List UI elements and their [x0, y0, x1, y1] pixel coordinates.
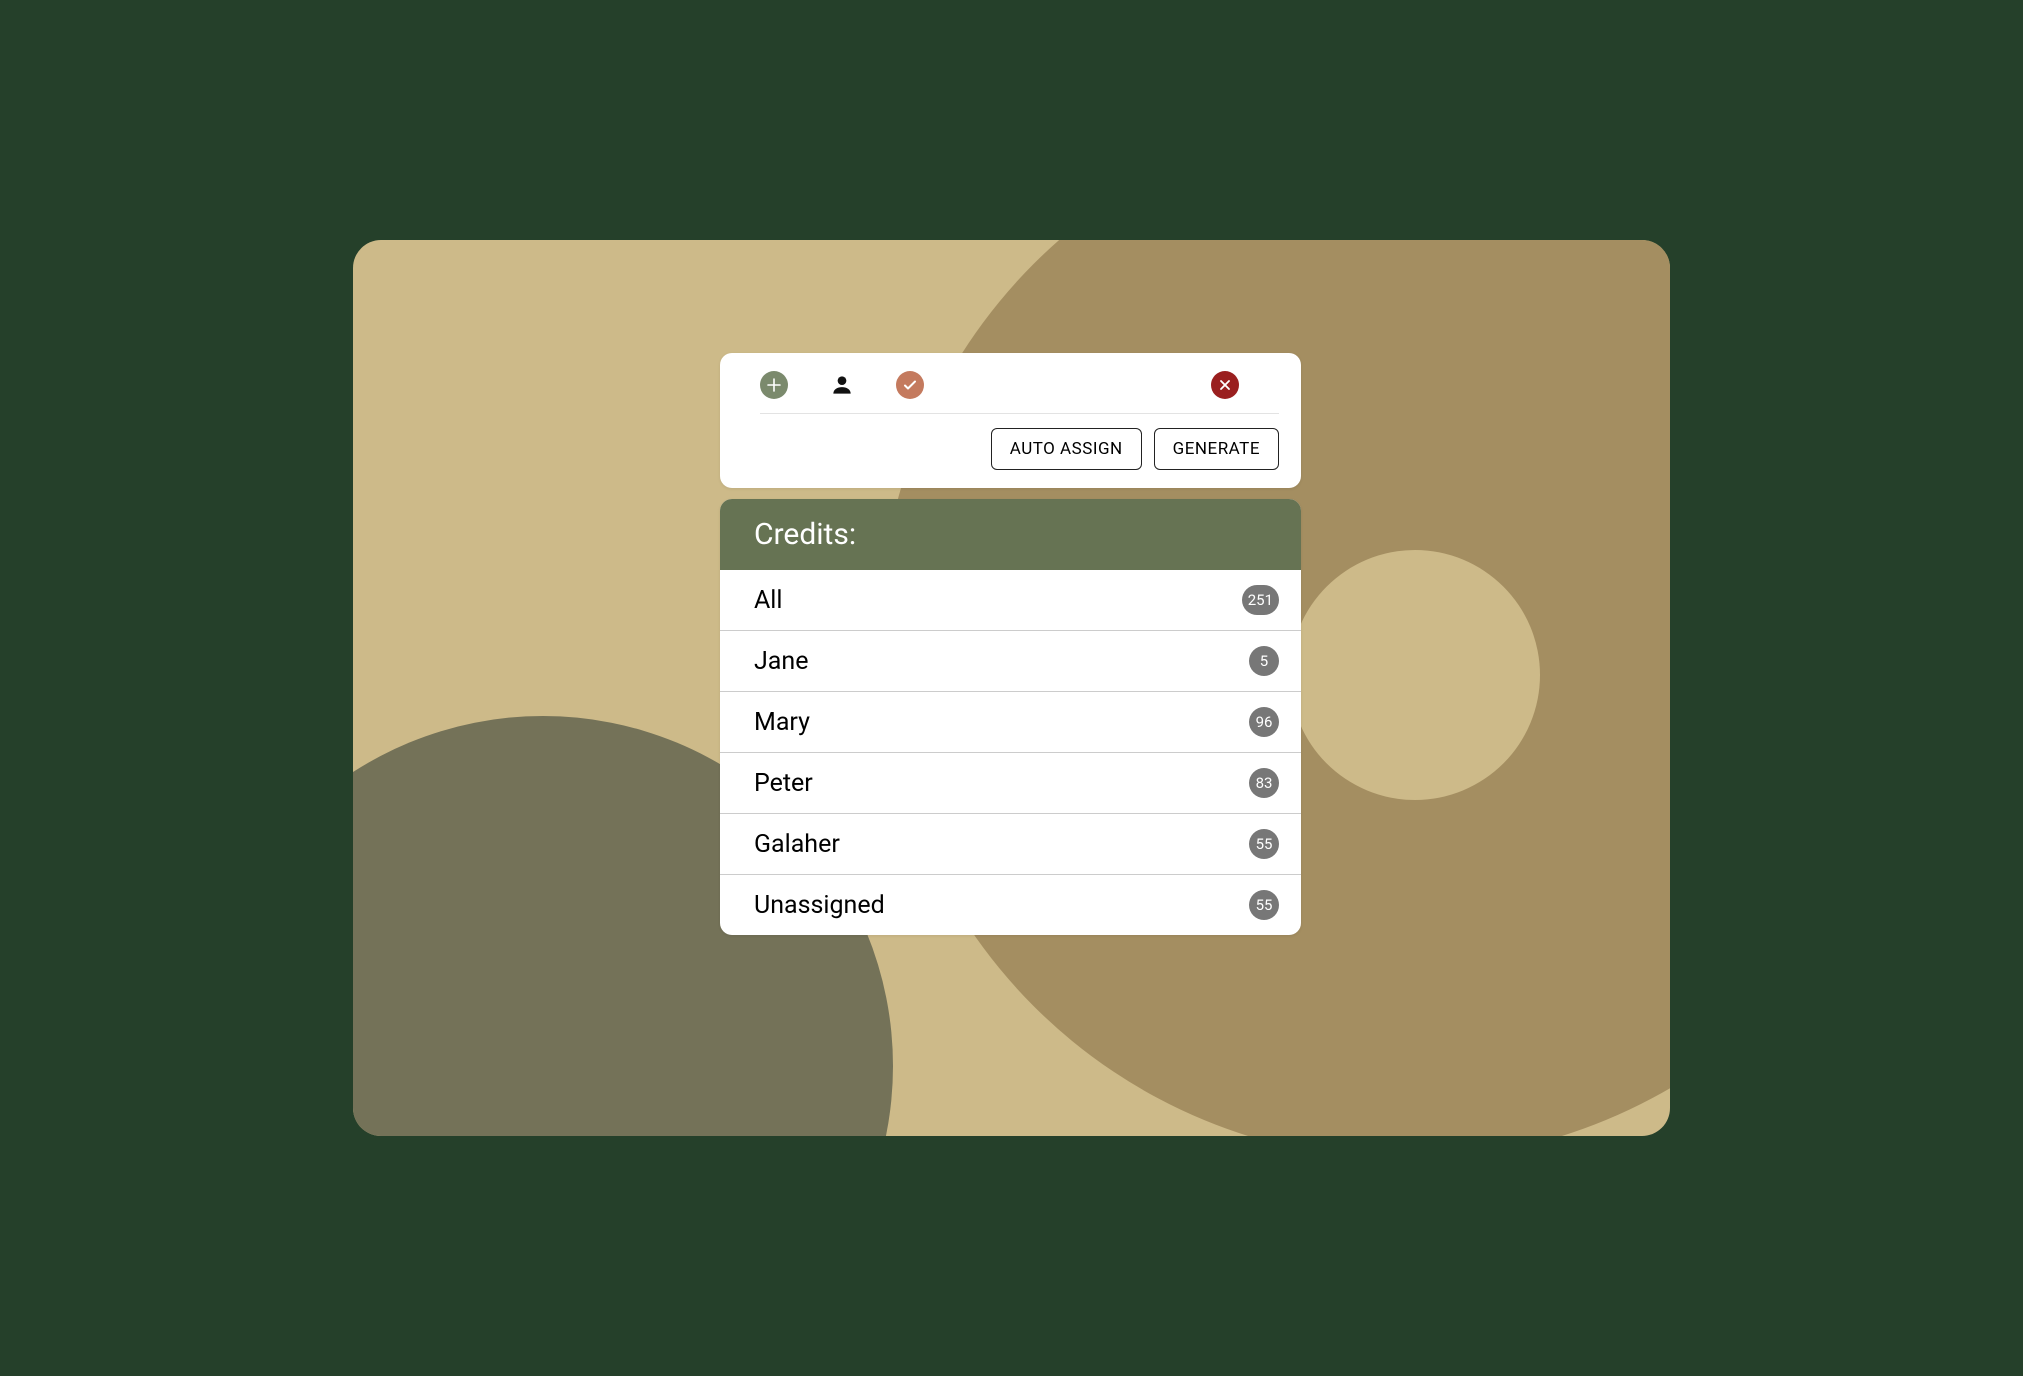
count-badge: 251 [1242, 585, 1279, 615]
credit-row[interactable]: Jane 5 [720, 631, 1301, 692]
credits-card: Credits: All 251 Jane 5 Mary 96 Peter 83… [720, 499, 1301, 935]
person-icon[interactable] [828, 371, 856, 399]
auto-assign-button[interactable]: AUTO ASSIGN [991, 428, 1142, 470]
credit-label: Peter [754, 769, 813, 798]
background-shape [1290, 550, 1540, 800]
toolbar-card: AUTO ASSIGN GENERATE [720, 353, 1301, 488]
count-badge: 96 [1249, 707, 1279, 737]
credit-label: All [754, 586, 782, 615]
credit-row[interactable]: Unassigned 55 [720, 875, 1301, 935]
add-icon[interactable] [760, 371, 788, 399]
credit-row[interactable]: Peter 83 [720, 753, 1301, 814]
canvas: AUTO ASSIGN GENERATE Credits: All 251 Ja… [353, 240, 1670, 1136]
credit-row-all[interactable]: All 251 [720, 570, 1301, 631]
credits-title: Credits: [720, 499, 1301, 570]
credit-label: Galaher [754, 830, 840, 859]
credit-row[interactable]: Mary 96 [720, 692, 1301, 753]
count-badge: 5 [1249, 646, 1279, 676]
count-badge: 55 [1249, 890, 1279, 920]
count-badge: 83 [1249, 768, 1279, 798]
toolbar-top [760, 371, 1279, 414]
credit-label: Jane [754, 647, 808, 676]
credit-row[interactable]: Galaher 55 [720, 814, 1301, 875]
credit-label: Mary [754, 708, 810, 737]
generate-button[interactable]: GENERATE [1154, 428, 1279, 470]
close-icon[interactable] [1211, 371, 1239, 399]
count-badge: 55 [1249, 829, 1279, 859]
credit-label: Unassigned [754, 891, 885, 920]
toolbar-actions: AUTO ASSIGN GENERATE [742, 414, 1279, 470]
check-icon[interactable] [896, 371, 924, 399]
